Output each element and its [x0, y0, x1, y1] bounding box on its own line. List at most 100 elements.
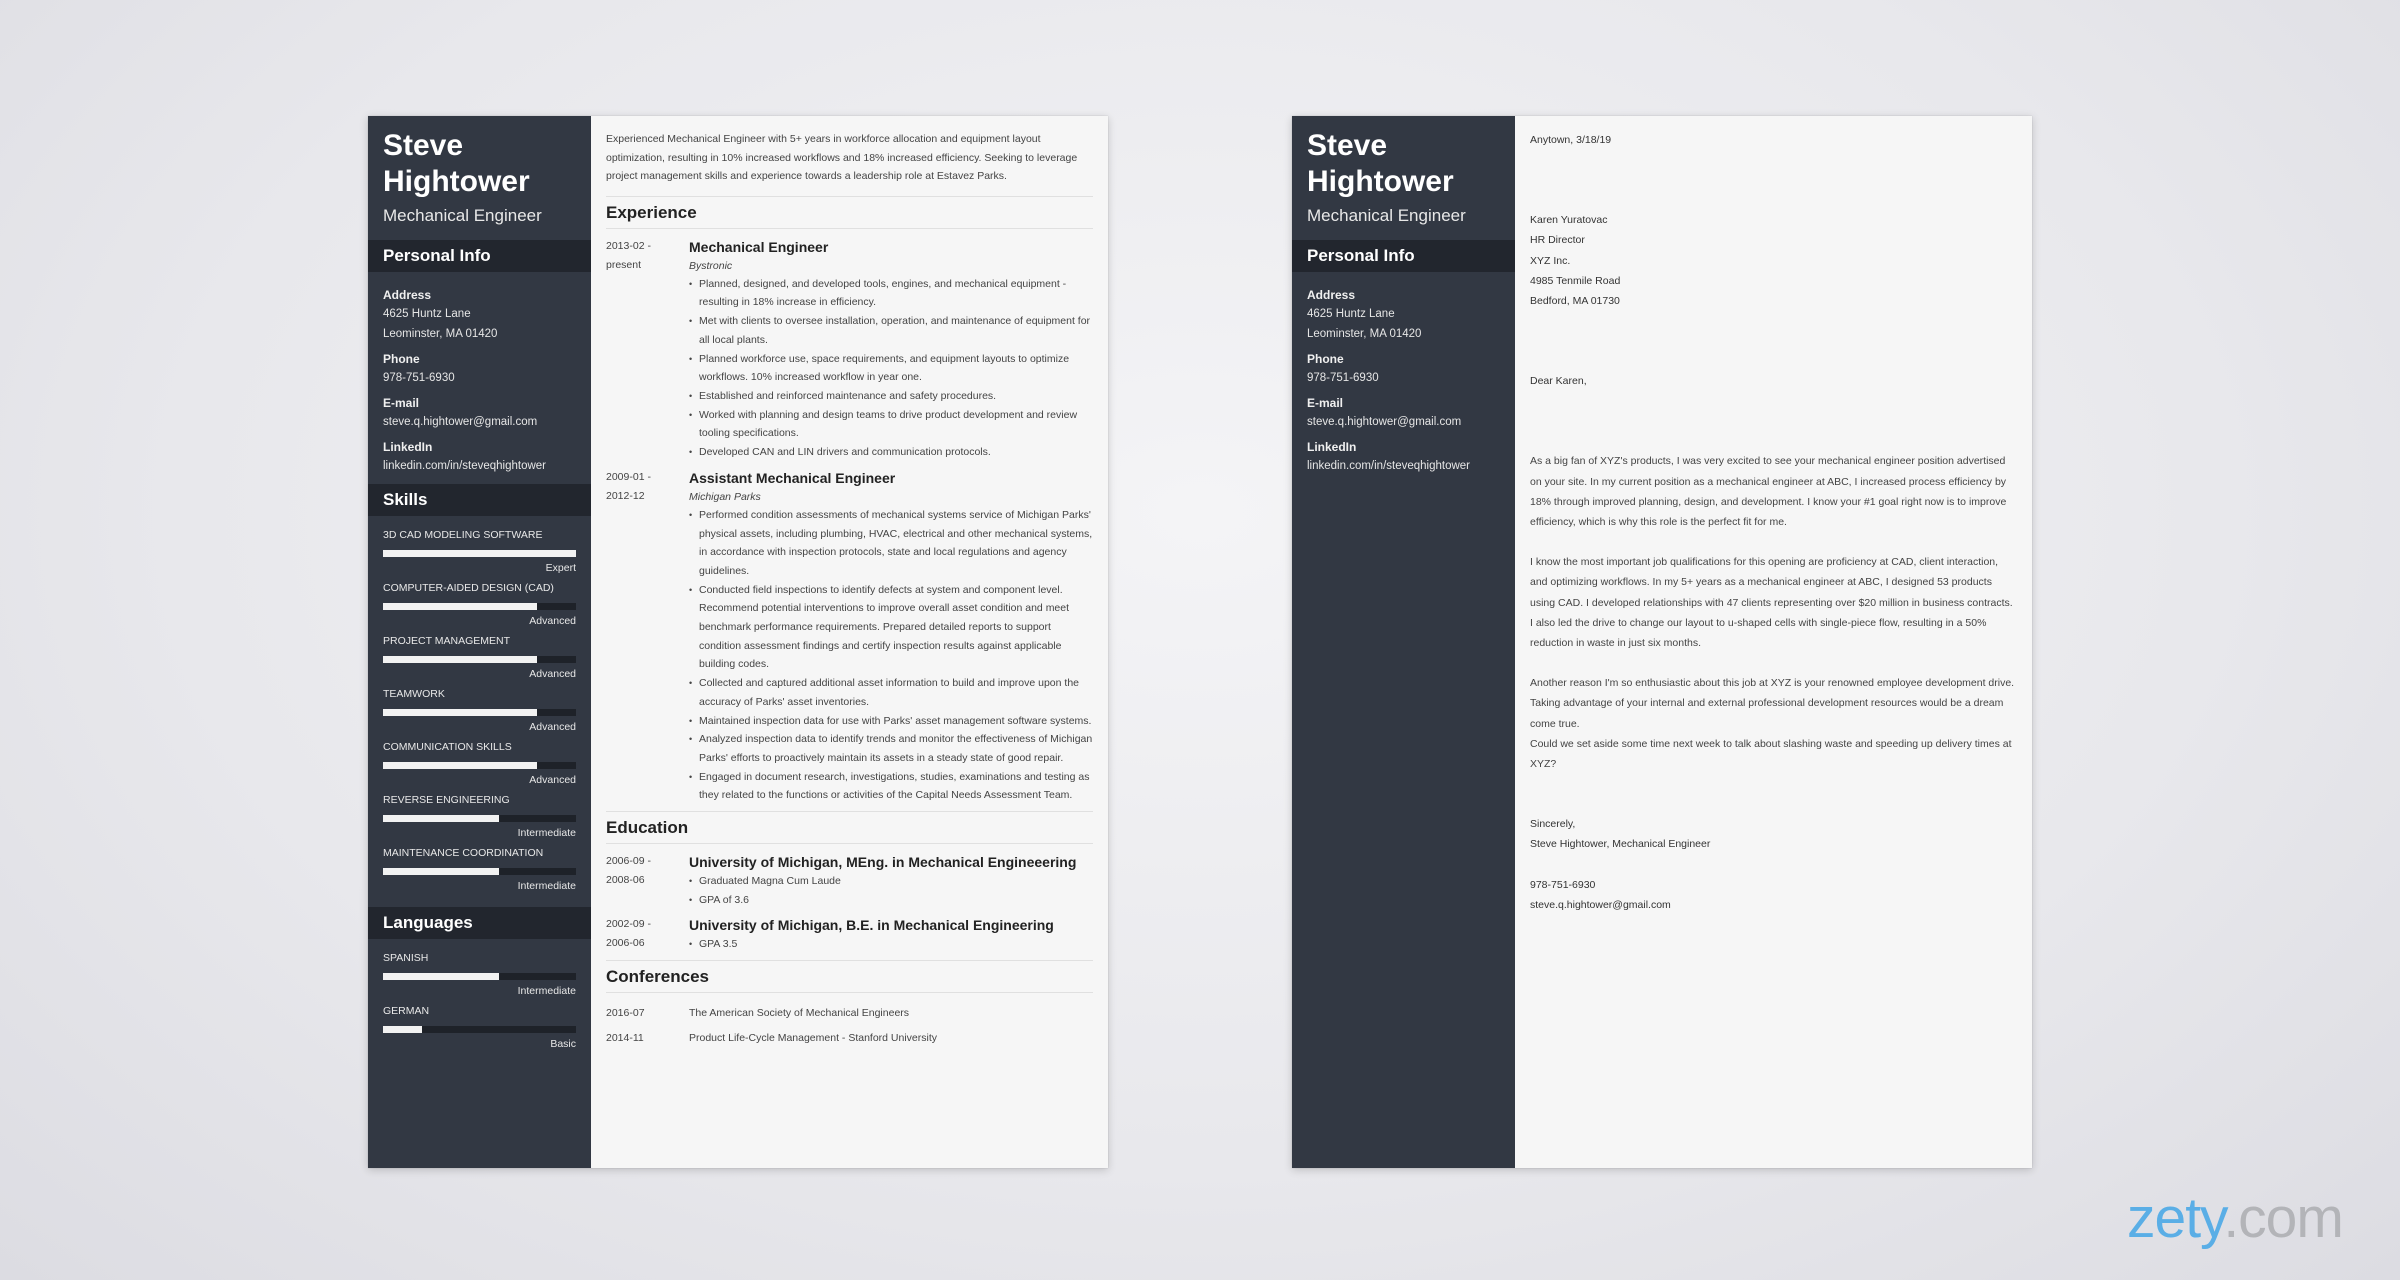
logo-suffix: .com — [2223, 1186, 2344, 1250]
skill-level: Advanced — [529, 721, 576, 733]
recipient-line: HR Director — [1530, 234, 1585, 247]
skill-item: REVERSE ENGINEERING Intermediate — [383, 793, 576, 840]
info-label: LinkedIn — [1307, 440, 1357, 454]
bullet-item: Planned, designed, and developed tools, … — [689, 275, 1093, 312]
education-entry: 2002-09 - 2006-06 University of Michigan, … — [606, 915, 1093, 954]
date-end: present — [606, 258, 642, 271]
bullet-item: Planned workforce use, space requirement… — [689, 350, 1093, 387]
bullet-list: Graduated Magna Cum LaudeGPA of 3.6 — [689, 872, 1093, 909]
info-value: linkedin.com/in/steveqhightower — [1307, 460, 1471, 472]
info-value: 4625 Huntz Lane — [383, 308, 471, 320]
skill-bar — [383, 603, 576, 610]
skill-bar-fill — [383, 656, 538, 663]
skill-name: MAINTENANCE COORDINATION — [383, 847, 544, 859]
entry-body: University of Michigan, B.E. in Mechanic… — [689, 915, 1093, 954]
skill-item: COMMUNICATION SKILLS Advanced — [383, 740, 576, 787]
date-start: 2006-09 - — [606, 855, 651, 868]
skill-name: SPANISH — [383, 952, 429, 964]
first-name: Steve — [383, 129, 464, 162]
recipient-block: Karen Yuratovac HR Director XYZ Inc. 4985 T… — [1530, 210, 2017, 311]
skill-bar-fill — [383, 973, 499, 980]
info-label: Phone — [1307, 352, 1344, 366]
bullet-item: Met with clients to oversee installation… — [689, 312, 1093, 349]
info-value: Leominster, MA 01420 — [1307, 328, 1422, 340]
skills-heading: Skills — [368, 484, 591, 516]
conference-name: Product Life-Cycle Management - Stanford… — [689, 1032, 938, 1045]
skill-bar-fill — [383, 762, 538, 769]
skill-name: COMMUNICATION SKILLS — [383, 741, 512, 753]
education-heading: Education — [606, 812, 1093, 845]
entry-title: University of Michigan, MEng. in Mechani… — [689, 854, 1077, 871]
bullet-list: Planned, designed, and developed tools, … — [689, 275, 1093, 462]
education-entry: 2006-09 - 2008-06 University of Michigan, … — [606, 852, 1093, 909]
skill-item: PROJECT MANAGEMENT Advanced — [383, 634, 576, 681]
bullet-item: Engaged in document research, investigat… — [689, 768, 1093, 805]
entry-body: Mechanical Engineer Bystronic Planned, des… — [689, 237, 1093, 462]
skill-name: 3D CAD MODELING SOFTWARE — [383, 529, 543, 541]
entry-date: 2006-09 - 2008-06 — [606, 852, 689, 909]
skill-item: 3D CAD MODELING SOFTWARE Expert — [383, 528, 576, 575]
skill-bar — [383, 1026, 576, 1033]
info-label: E-mail — [1307, 396, 1344, 410]
job-title: Mechanical Engineer — [1307, 206, 1466, 225]
info-value: steve.q.hightower@gmail.com — [383, 416, 538, 428]
experience-heading: Experience — [606, 197, 1093, 229]
personal-info-heading: Personal Info — [368, 240, 591, 272]
skill-level: Advanced — [529, 668, 576, 680]
skill-level: Basic — [550, 1038, 576, 1050]
skill-item: COMPUTER-AIDED DESIGN (CAD) Advanced — [383, 581, 576, 628]
resume-sidebar: Steve Hightower Mechanical Engineer Pers… — [368, 116, 591, 1168]
bullet-item: Established and reinforced maintenance a… — [689, 387, 1093, 406]
experience-list: 2013-02 - present Mechanical Engineer Bystr… — [606, 237, 1093, 805]
paragraph: As a big fan of XYZ's products, I was ve… — [1530, 455, 2007, 529]
signature: Steve Hightower, Mechanical Engineer — [1530, 838, 1711, 851]
recipient-line: Bedford, MA 01730 — [1530, 295, 1620, 308]
education-list: 2006-09 - 2008-06 University of Michigan, … — [606, 852, 1093, 954]
date-end: 2008-06 — [606, 874, 645, 887]
info-value: Leominster, MA 01420 — [383, 328, 498, 340]
conferences-list: 2016-07 The American Society of Mechanica… — [606, 1001, 1093, 1051]
resume-main: Experienced Mechanical Engineer with 5+ … — [591, 116, 1108, 1168]
paragraph: Another reason I'm so enthusiastic about… — [1530, 677, 2015, 730]
skill-level: Advanced — [529, 774, 576, 786]
skill-bar — [383, 868, 576, 875]
skill-name: REVERSE ENGINEERING — [383, 794, 510, 806]
skill-level: Expert — [545, 562, 576, 574]
summary: Experienced Mechanical Engineer with 5+ … — [606, 130, 1093, 197]
bullet-list: Performed condition assessments of mecha… — [689, 506, 1093, 805]
skill-bar — [383, 815, 576, 822]
skills-list: 3D CAD MODELING SOFTWARE Expert COMPUTER-A… — [368, 516, 591, 903]
bullet-item: Conducted field inspections to identify … — [689, 581, 1093, 675]
conference-entry: 2016-07 The American Society of Mechanica… — [606, 1001, 1093, 1026]
entry-date: 2013-02 - present — [606, 237, 689, 462]
info-label: Address — [383, 288, 432, 302]
entry-title: University of Michigan, B.E. in Mechanic… — [689, 917, 1054, 934]
entry-title: Mechanical Engineer — [689, 238, 829, 255]
skill-bar-fill — [383, 550, 576, 557]
zety-logo: zety.com — [2127, 1185, 2344, 1251]
job-title: Mechanical Engineer — [383, 206, 542, 225]
conference-name: The American Society of Mechanical Engin… — [689, 1007, 910, 1020]
first-name: Steve — [1307, 129, 1388, 162]
date-start: 2009-01 - — [606, 470, 651, 483]
recipient-line: Karen Yuratovac — [1530, 214, 1608, 227]
entry-org: Michigan Parks — [689, 490, 761, 503]
skill-item: MAINTENANCE COORDINATION Intermediate — [383, 846, 576, 893]
skill-level: Intermediate — [517, 880, 576, 892]
info-label: LinkedIn — [383, 440, 433, 454]
entry-title: Assistant Mechanical Engineer — [689, 469, 896, 486]
date-end: 2012-12 — [606, 489, 645, 502]
info-value: 4625 Huntz Lane — [1307, 308, 1395, 320]
letter-sidebar: Steve Hightower Mechanical Engineer Pers… — [1292, 116, 1515, 1168]
info-label: E-mail — [383, 396, 420, 410]
language-item: SPANISH Intermediate — [383, 951, 576, 998]
letter-body: Anytown, 3/18/19 Karen Yuratovac HR Direc… — [1515, 116, 2032, 1168]
entry-body: University of Michigan, MEng. in Mechani… — [689, 852, 1093, 909]
skill-bar-fill — [383, 815, 499, 822]
skill-bar-fill — [383, 1026, 422, 1033]
bullet-item: Analyzed inspection data to identify tre… — [689, 730, 1093, 767]
cover-letter-page: Steve Hightower Mechanical Engineer Pers… — [1292, 116, 2032, 1168]
date-end: 2006-06 — [606, 937, 645, 950]
paragraph: I know the most important job qualificat… — [1530, 556, 2013, 650]
closing: Sincerely, — [1530, 818, 1576, 831]
